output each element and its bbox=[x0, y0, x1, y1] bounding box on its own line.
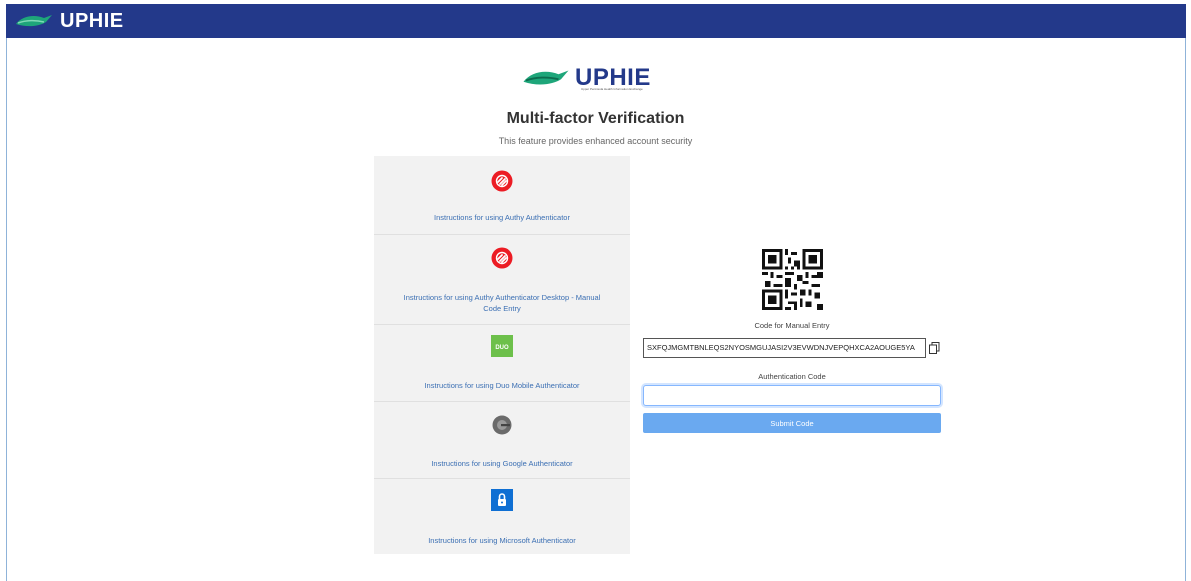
authentication-code-label: Authentication Code bbox=[758, 372, 826, 381]
manual-entry-label: Code for Manual Entry bbox=[754, 321, 830, 330]
page-subtitle: This feature provides enhanced account s… bbox=[498, 136, 693, 146]
qr-code bbox=[762, 249, 823, 310]
authentication-code-input[interactable] bbox=[643, 385, 941, 406]
copy-icon[interactable] bbox=[929, 342, 940, 354]
option-duo: DUO Instructions for using Duo Mobile Au… bbox=[374, 325, 630, 402]
duo-instructions-link[interactable]: Instructions for using Duo Mobile Authen… bbox=[394, 380, 610, 391]
page-title: Multi-factor Verification bbox=[506, 110, 685, 127]
microsoft-authenticator-icon bbox=[491, 489, 513, 511]
authy-icon bbox=[491, 170, 513, 192]
google-instructions-link[interactable]: Instructions for using Google Authentica… bbox=[394, 458, 610, 469]
microsoft-instructions-link[interactable]: Instructions for using Microsoft Authent… bbox=[394, 535, 610, 546]
authy-icon bbox=[491, 247, 513, 269]
svg-text:DUO: DUO bbox=[495, 345, 509, 351]
top-bar: UPHIE bbox=[6, 4, 1186, 38]
center-logo: UPHIE Upper Peninsula Health Information… bbox=[521, 60, 661, 96]
uphie-logo-large-icon bbox=[523, 70, 569, 85]
brand-tagline: Upper Peninsula Health Information Excha… bbox=[581, 87, 643, 91]
authy-instructions-link[interactable]: Instructions for using Authy Authenticat… bbox=[394, 212, 610, 223]
brand-name: UPHIE bbox=[60, 9, 124, 32]
option-authy: Instructions for using Authy Authenticat… bbox=[374, 156, 630, 235]
option-microsoft: Instructions for using Microsoft Authent… bbox=[374, 479, 630, 554]
manual-code-field[interactable]: SXFQJMGMTBNLEQS2NYOSMGUJASI2V3EVWDNJVEPQ… bbox=[643, 338, 926, 358]
duo-icon: DUO bbox=[491, 335, 513, 357]
option-authy-desktop: Instructions for using Authy Authenticat… bbox=[374, 235, 630, 325]
authenticator-options-panel: Instructions for using Authy Authenticat… bbox=[374, 156, 630, 554]
google-authenticator-icon bbox=[492, 415, 512, 435]
submit-code-button[interactable]: Submit Code bbox=[643, 413, 941, 433]
option-google: Instructions for using Google Authentica… bbox=[374, 402, 630, 479]
authy-desktop-instructions-link[interactable]: Instructions for using Authy Authenticat… bbox=[394, 292, 610, 314]
uphie-logo-icon[interactable] bbox=[14, 10, 54, 32]
